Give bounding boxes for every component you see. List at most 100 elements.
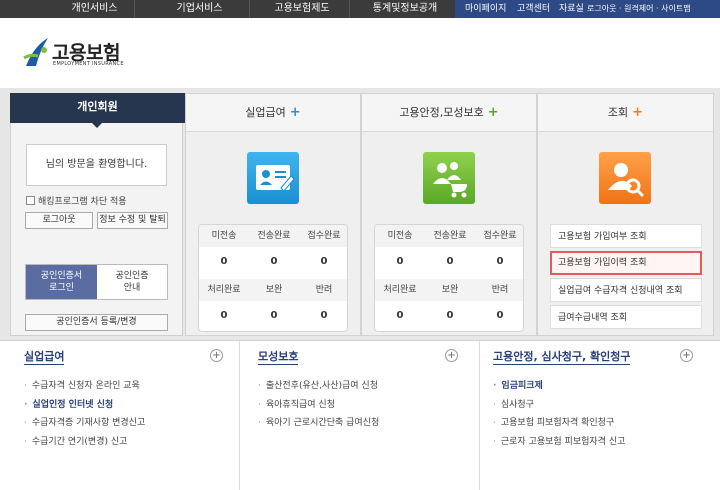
stat-label: 반려 <box>299 279 347 301</box>
cert-login-line2: 로그인 <box>49 283 74 293</box>
hack-block-option[interactable]: 해킹프로그램 차단 적용 <box>26 195 127 209</box>
unemployment-benefit-column: 실업급여 + 미전송 0 전송완료 0 접수완료 0 처리완료 0 보완 0 반려 0 <box>185 93 361 336</box>
maternity-links: 모성보호 + 출산전후(유산,사산)급여 신청 육아휴직급여 신청 육아기 근로… <box>240 341 480 490</box>
login-header: 개인회원 <box>10 93 185 128</box>
employment-stats-table: 미전송 0 전송완료 0 접수완료 0 처리완료 0 보완 0 반려 0 <box>374 224 524 332</box>
stat-cell: 접수완료 0 <box>299 225 347 277</box>
stat-label: 반려 <box>475 279 523 301</box>
stat-cell: 처리완료 0 <box>199 279 249 331</box>
nav-mypage[interactable]: 마이페이지 <box>465 0 506 18</box>
plus-icon[interactable]: + <box>632 105 643 120</box>
stat-value[interactable]: 0 <box>199 301 249 331</box>
menu-benefit-application-inquiry[interactable]: 실업급여 수급자격 신청내역 조회 <box>550 278 702 302</box>
stat-cell: 미전송 0 <box>199 225 249 277</box>
stat-label: 처리완료 <box>375 279 425 301</box>
stat-value[interactable]: 0 <box>375 301 425 331</box>
inquiry-header[interactable]: 조회 + <box>538 94 713 132</box>
login-panel: 개인회원 님의 방문을 환영합니다. 해킹프로그램 차단 적용 로그아웃 정보 … <box>10 93 185 336</box>
unemployment-link-list: 수급자격 신청자 온라인 교육 실업인정 인터넷 신청 수급자격증 기재사항 변… <box>24 377 145 451</box>
stat-cell: 보완 0 <box>249 279 299 331</box>
inquiry-title: 조회 <box>607 106 629 119</box>
cert-login-tab[interactable]: 공인인증서 로그인 <box>26 265 97 299</box>
logout-button[interactable]: 로그아웃 <box>25 212 93 229</box>
stat-value[interactable]: 0 <box>425 301 475 331</box>
stat-value[interactable]: 0 <box>475 301 523 331</box>
cert-guide-line1: 공인인증 <box>115 271 149 281</box>
maternity-links-title[interactable]: 모성보호 <box>258 348 299 365</box>
hack-block-checkbox[interactable] <box>26 196 35 205</box>
cert-register-button[interactable]: 공인인증서 등록/변경 <box>25 314 168 331</box>
cert-guide-tab[interactable]: 공인인증 안내 <box>97 265 167 299</box>
nav-insurance-system[interactable]: 고용보험제도 <box>255 0 350 18</box>
stat-label: 보완 <box>249 279 299 301</box>
menu-benefit-history-inquiry[interactable]: 급여수급내역 조회 <box>550 305 702 329</box>
stability-link-list: 임금피크제 심사청구 고용보험 피보험자격 확인청구 근로자 고용보험 피보험자… <box>493 377 626 452</box>
logo-icon <box>23 38 48 66</box>
list-item[interactable]: 육아기 근로시간단축 급여신청 <box>258 414 379 433</box>
plus-icon[interactable]: + <box>488 105 499 120</box>
plus-icon[interactable]: + <box>290 105 301 120</box>
list-item[interactable]: 수급자격 신청자 온라인 교육 <box>24 377 145 396</box>
stat-label: 처리완료 <box>199 279 249 301</box>
stat-value[interactable]: 0 <box>249 247 299 277</box>
plus-icon[interactable]: + <box>680 349 693 362</box>
stat-label: 미전송 <box>375 225 425 247</box>
cert-guide-line2: 안내 <box>123 283 141 293</box>
nav-data-room[interactable]: 자료실 <box>559 0 584 18</box>
nav-statistics[interactable]: 통계및정보공개 <box>355 0 455 18</box>
stability-links: 고용안정, 심사청구, 확인청구 + 임금피크제 심사청구 고용보험 피보험자격… <box>480 341 720 490</box>
unemployment-benefit-title: 실업급여 <box>245 106 286 119</box>
id-card-icon[interactable] <box>247 152 299 204</box>
employment-stability-title: 고용안정,모성보호 <box>399 106 484 119</box>
family-stroller-icon[interactable] <box>423 152 475 204</box>
stat-value[interactable]: 0 <box>299 247 347 277</box>
list-item[interactable]: 실업인정 인터넷 신청 <box>24 396 145 415</box>
nav-personal-service[interactable]: 개인서비스 <box>55 0 135 18</box>
list-item[interactable]: 심사청구 <box>493 396 625 415</box>
stat-label: 전송완료 <box>425 225 475 247</box>
stat-value[interactable]: 0 <box>249 301 299 331</box>
list-item[interactable]: 수급기간 연기(변경) 신고 <box>24 433 145 452</box>
edit-info-button[interactable]: 정보 수정 및 탈퇴 <box>97 212 168 229</box>
stat-value[interactable]: 0 <box>475 247 523 277</box>
stat-cell: 전송완료 0 <box>425 225 475 277</box>
stat-value[interactable]: 0 <box>375 247 425 277</box>
stat-cell: 반려 0 <box>299 279 347 331</box>
nav-utility-links[interactable]: 로그아웃 · 원격제어 · 사이트맵 <box>587 0 691 18</box>
stat-value[interactable]: 0 <box>299 301 347 331</box>
nav-customer-center[interactable]: 고객센터 <box>517 0 550 18</box>
menu-insurance-history-inquiry[interactable]: 고용보험 가입이력 조회 <box>550 251 702 275</box>
stat-value[interactable]: 0 <box>199 247 249 277</box>
main-panel: 개인회원 님의 방문을 환영합니다. 해킹프로그램 차단 적용 로그아웃 정보 … <box>0 88 720 340</box>
list-item[interactable]: 고용보험 피보험자격 확인청구 <box>493 414 625 433</box>
list-item[interactable]: 육아휴직급여 신청 <box>258 396 379 415</box>
list-item[interactable]: 임금피크제 <box>493 377 625 396</box>
plus-icon[interactable]: + <box>445 349 458 362</box>
utility-nav: 마이페이지 고객센터 자료실 로그아웃 · 원격제어 · 사이트맵 <box>455 0 720 18</box>
stat-cell: 전송완료 0 <box>249 225 299 277</box>
list-item[interactable]: 출산전후(유산,사산)급여 신청 <box>258 377 379 396</box>
stat-cell: 보완 0 <box>425 279 475 331</box>
stat-cell: 접수완료 0 <box>475 225 523 277</box>
unemployment-links-title[interactable]: 실업급여 <box>24 348 65 365</box>
stat-value[interactable]: 0 <box>425 247 475 277</box>
nav-business-service[interactable]: 기업서비스 <box>150 0 250 18</box>
list-item[interactable]: 수급자격증 기재사항 변경신고 <box>24 414 145 433</box>
employment-stability-column: 고용안정,모성보호 + 미전송 0 전송완료 0 접수완료 0 처리완료 0 보완 0 반려… <box>361 93 537 336</box>
stat-label: 전송완료 <box>249 225 299 247</box>
list-item[interactable]: 근로자 고용보험 피보험자격 신고 <box>493 433 626 452</box>
stat-label: 접수완료 <box>299 225 347 247</box>
header: 고용보험 EMPLOYMENT INSURANCE <box>0 18 720 88</box>
user-search-icon[interactable] <box>599 152 651 204</box>
employment-stability-header[interactable]: 고용안정,모성보호 + <box>362 94 536 132</box>
menu-insurance-status-inquiry[interactable]: 고용보험 가입여부 조회 <box>550 224 702 248</box>
stability-links-title[interactable]: 고용안정, 심사청구, 확인청구 <box>493 348 631 365</box>
hack-block-label: 해킹프로그램 차단 적용 <box>38 197 127 207</box>
unemployment-benefit-header[interactable]: 실업급여 + <box>186 94 360 132</box>
plus-icon[interactable]: + <box>210 349 223 362</box>
stat-label: 접수완료 <box>475 225 523 247</box>
inquiry-column: 조회 + 고용보험 가입여부 조회 고용보험 가입이력 조회 실업급여 수급자격 … <box>537 93 714 336</box>
logo-subtitle: EMPLOYMENT INSURANCE <box>53 61 124 67</box>
stat-cell: 미전송 0 <box>375 225 425 277</box>
maternity-link-list: 출산전후(유산,사산)급여 신청 육아휴직급여 신청 육아기 근로시간단축 급여… <box>258 377 379 433</box>
